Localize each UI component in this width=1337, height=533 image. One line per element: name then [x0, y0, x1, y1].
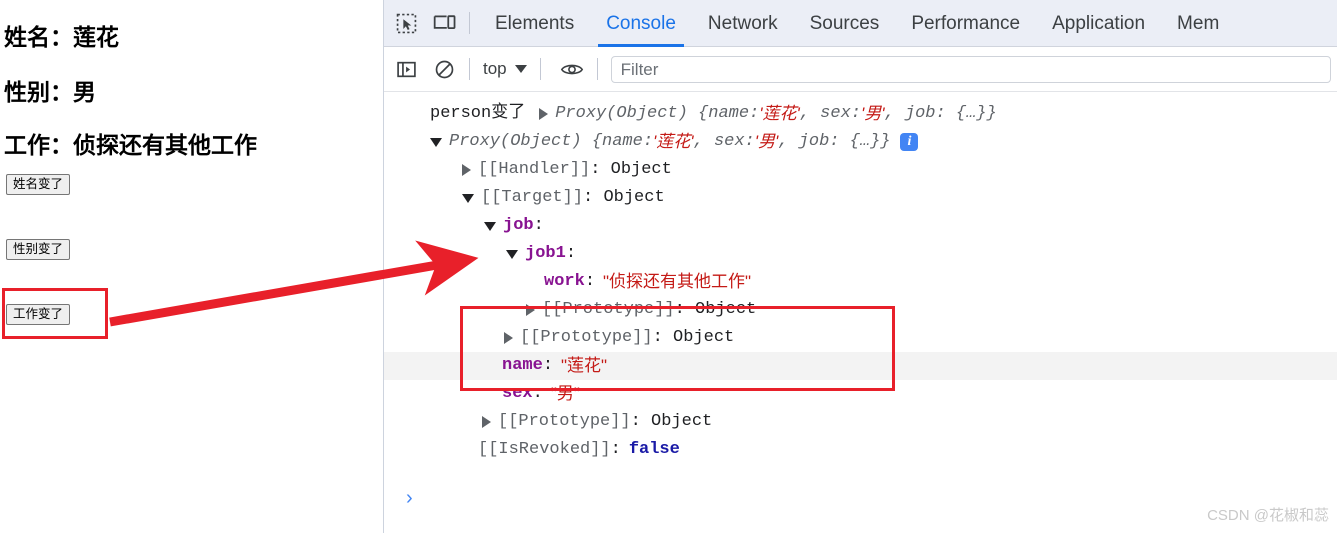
console-toolbar: top: [384, 47, 1337, 92]
name-colon: :: [542, 356, 554, 375]
expanded-proxy-suffix: , job: {…}}: [778, 132, 891, 151]
expanded-proxy-name-value: '莲花': [653, 132, 694, 151]
change-name-button[interactable]: 姓名变了: [6, 174, 71, 196]
isrevoked-value: false: [628, 440, 680, 459]
prototype-job-key: [[Prototype]]: [520, 328, 653, 347]
collapse-triangle-icon[interactable]: [484, 221, 496, 231]
watermark: CSDN @花椒和蕊: [1207, 507, 1329, 524]
sex-value: "男": [550, 384, 580, 403]
devtools-panel: Elements Console Network Sources Perform…: [383, 0, 1337, 533]
clear-console-icon[interactable]: [428, 53, 460, 85]
page-heading-sex: 性别：男: [4, 79, 96, 105]
tab-network[interactable]: Network: [692, 0, 794, 47]
handler-key: [[Handler]]: [478, 160, 591, 179]
console-row-prototype-job: [[Prototype]] : Object: [384, 324, 1337, 352]
tab-memory[interactable]: Mem: [1161, 0, 1235, 47]
proxy-preview-sex-value: '男': [860, 104, 885, 123]
proxy-preview-mid: , sex:: [799, 104, 861, 123]
work-key: work: [544, 272, 585, 291]
expanded-proxy-sex-value: '男': [754, 132, 779, 151]
tab-elements[interactable]: Elements: [479, 0, 590, 47]
filter-input[interactable]: [610, 55, 1331, 83]
live-expression-eye-icon[interactable]: [556, 53, 588, 85]
job-key: job: [503, 216, 534, 235]
screenshot-root: 姓名：莲花 性别：男 工作：侦探还有其他工作 姓名变了 性别变了 工作变了 El…: [0, 0, 1337, 533]
tab-sources[interactable]: Sources: [794, 0, 896, 47]
handler-value: Object: [610, 160, 672, 179]
annotation-highlight-job-button: [2, 288, 108, 339]
web-page-pane: 姓名：莲花 性别：男 工作：侦探还有其他工作 姓名变了 性别变了 工作变了: [0, 0, 383, 533]
console-output: person变了 Proxy(Object) {name: '莲花' , sex…: [384, 92, 1337, 533]
chevron-down-icon: [514, 65, 527, 73]
work-value: "侦探还有其他工作": [603, 272, 752, 291]
collapse-triangle-icon[interactable]: [506, 249, 518, 259]
prompt-chevron-icon: ›: [406, 487, 413, 509]
log-message: person变了: [430, 104, 526, 123]
console-row-sex: sex : "男": [384, 380, 1337, 408]
devtools-tabbar: Elements Console Network Sources Perform…: [384, 0, 1337, 47]
execution-context-dropdown[interactable]: top: [479, 59, 531, 79]
console-toolbar-divider-1: [469, 58, 470, 80]
prototype-target-value: Object: [651, 412, 713, 431]
console-row-isrevoked: [[IsRevoked]] : false: [384, 436, 1337, 464]
prototype-job1-value: Object: [695, 300, 757, 319]
job1-colon: :: [565, 244, 577, 263]
tab-performance[interactable]: Performance: [895, 0, 1036, 47]
expanded-proxy-mid: , sex:: [693, 132, 755, 151]
page-heading-job: 工作：侦探还有其他工作: [4, 132, 257, 158]
info-icon[interactable]: i: [900, 133, 919, 151]
execution-context-label: top: [483, 59, 507, 78]
console-log-line: person变了 Proxy(Object) {name: '莲花' , sex…: [384, 100, 1337, 128]
tab-console[interactable]: Console: [590, 0, 692, 47]
console-expanded-proxy-line: Proxy(Object) {name: '莲花' , sex: '男' , j…: [384, 128, 1337, 156]
sex-colon: :: [532, 384, 543, 403]
device-toolbar-icon[interactable]: [428, 7, 460, 39]
isrevoked-colon: :: [610, 440, 621, 459]
console-toolbar-divider-2: [539, 58, 541, 80]
name-key: name: [502, 356, 543, 375]
console-row-job: job :: [384, 212, 1337, 240]
prototype-job1-key: [[Prototype]]: [542, 300, 675, 319]
tab-application[interactable]: Application: [1036, 0, 1161, 47]
expanded-proxy-prefix: Proxy(Object) {name:: [449, 132, 654, 151]
expand-triangle-icon[interactable]: [482, 416, 491, 428]
console-row-prototype-target: [[Prototype]] : Object: [384, 408, 1337, 436]
change-sex-button[interactable]: 性别变了: [6, 239, 71, 261]
collapse-triangle-icon[interactable]: [462, 193, 474, 203]
collapse-triangle-icon[interactable]: [430, 137, 442, 147]
job1-key: job1: [525, 244, 566, 263]
name-value: "莲花": [561, 356, 608, 375]
expand-triangle-icon[interactable]: [462, 164, 471, 176]
job-colon: :: [533, 216, 544, 235]
console-row-job1: job1 :: [384, 240, 1337, 268]
expand-triangle-icon[interactable]: [504, 332, 513, 344]
isrevoked-key: [[IsRevoked]]: [478, 440, 611, 459]
sex-key: sex: [502, 384, 533, 403]
console-row-target: [[Target]] : Object: [384, 184, 1337, 212]
work-colon: :: [584, 272, 596, 291]
console-toolbar-divider-3: [596, 58, 598, 80]
proxy-preview-name-value: '莲花': [759, 104, 800, 123]
target-value: Object: [603, 188, 665, 207]
console-row-prototype-job1: [[Prototype]] : Object: [384, 296, 1337, 324]
page-heading-name: 姓名：莲花: [4, 24, 119, 50]
prototype-job-value: Object: [673, 328, 735, 347]
console-sidebar-icon[interactable]: [390, 53, 422, 85]
console-row-work: work : "侦探还有其他工作": [384, 268, 1337, 296]
console-row-handler: [[Handler]] : Object: [384, 156, 1337, 184]
prototype-target-key: [[Prototype]]: [498, 412, 631, 431]
toolbar-divider: [469, 12, 470, 34]
expand-triangle-icon[interactable]: [539, 108, 549, 120]
expand-triangle-icon[interactable]: [526, 304, 535, 316]
proxy-preview-prefix: Proxy(Object) {name:: [555, 104, 760, 123]
filter-field-wrapper: [610, 55, 1331, 83]
inspect-element-icon[interactable]: [390, 7, 422, 39]
console-row-name: name : "莲花": [384, 352, 1337, 380]
console-input-prompt[interactable]: ›: [384, 484, 1337, 512]
target-key: [[Target]]: [481, 188, 584, 207]
proxy-preview-suffix: , job: {…}}: [884, 104, 997, 123]
